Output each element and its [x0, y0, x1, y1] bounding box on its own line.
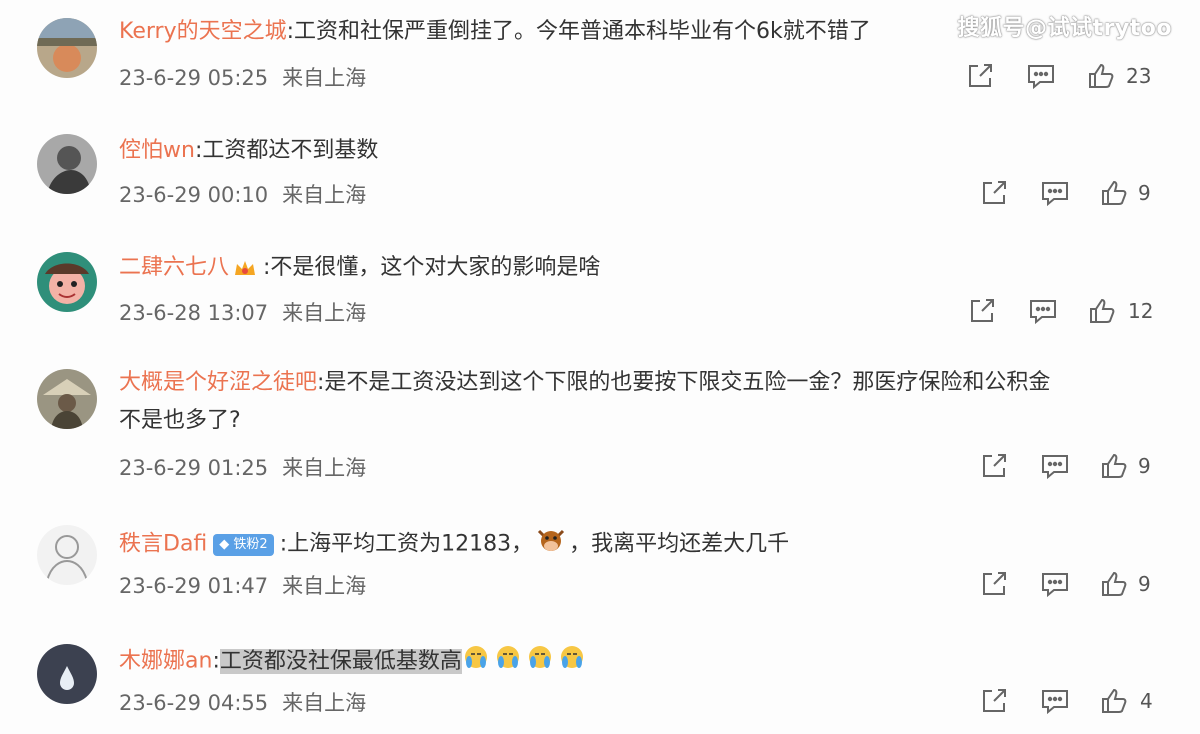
comment-body: :工资和社保严重倒挂了。今年普通本科毕业有个6k就不错了 — [286, 19, 871, 44]
comment-meta: 23-6-28 13:07 来自上海 — [119, 297, 366, 327]
highlighted-text: 工资都没社保最低基数高 — [219, 648, 462, 674]
comment-body: :上海平均工资为12183， — [279, 531, 534, 557]
comment-text: 二肆六七八 :不是很懂，这个对大家的影响是啥 — [119, 253, 600, 283]
comment-icon[interactable] — [1040, 570, 1068, 598]
share-icon[interactable] — [980, 570, 1008, 598]
avatar[interactable] — [37, 134, 97, 194]
avatar[interactable] — [37, 18, 97, 78]
comment-icon[interactable] — [1040, 452, 1068, 480]
avatar[interactable] — [37, 369, 97, 429]
comment-icon[interactable] — [1026, 62, 1054, 90]
comment-body: : — [212, 648, 220, 674]
timestamp: 23-6-29 01:47 — [119, 574, 269, 598]
like-count: 9 — [1138, 572, 1151, 596]
crying-emoji-icon — [462, 644, 586, 679]
like-icon[interactable] — [1100, 570, 1128, 598]
like-count: 9 — [1138, 454, 1151, 478]
location: 来自上海 — [282, 301, 367, 325]
share-icon[interactable] — [966, 62, 994, 90]
comment-meta: 23-6-29 05:25 来自上海 — [119, 62, 366, 92]
comment-meta: 23-6-29 01:47 来自上海 — [119, 570, 366, 600]
comment-icon[interactable] — [1040, 179, 1068, 207]
fan-badge-label: 铁粉2 — [233, 536, 268, 552]
username-link[interactable]: 二肆六七八 — [119, 255, 229, 280]
comment-text: Kerry的天空之城:工资和社保严重倒挂了。今年普通本科毕业有个6k就不错了 — [119, 17, 871, 47]
crown-badge-icon — [233, 258, 257, 278]
share-icon[interactable] — [980, 687, 1008, 715]
location: 来自上海 — [282, 183, 367, 207]
comment-body: :不是很懂，这个对大家的影响是啥 — [263, 255, 601, 280]
username-link[interactable]: 大概是个好涩之徒吧 — [119, 370, 317, 395]
like-icon[interactable] — [1087, 62, 1115, 90]
location: 来自上海 — [282, 456, 367, 480]
like-count: 12 — [1128, 299, 1154, 323]
comment-body: :是不是工资没达到这个下限的也要按下限交五险一金？那医疗保险和公积金 — [317, 370, 1051, 395]
comment-text: 木娜娜an:工资都没社保最低基数高 — [119, 644, 586, 679]
avatar[interactable] — [37, 525, 97, 585]
username-link[interactable]: 倥怕wn — [119, 138, 195, 163]
like-count: 4 — [1140, 689, 1153, 713]
timestamp: 23-6-29 01:25 — [119, 456, 269, 480]
username-link[interactable]: 木娜娜an — [119, 649, 212, 674]
like-count: 23 — [1126, 64, 1152, 88]
comment-text: 秩言Dafi ◆ 铁粉2:上海平均工资为12183， ，我离平均还差大几千 — [119, 527, 789, 562]
share-icon[interactable] — [980, 179, 1008, 207]
comment-icon[interactable] — [1028, 297, 1056, 325]
share-icon[interactable] — [968, 297, 996, 325]
share-icon[interactable] — [980, 452, 1008, 480]
fan-badge: ◆ 铁粉2 — [213, 533, 274, 556]
comment-meta: 23-6-29 01:25 来自上海 — [119, 452, 366, 482]
like-icon[interactable] — [1100, 179, 1128, 207]
timestamp: 23-6-28 13:07 — [119, 301, 269, 325]
comment-body-after: ，我离平均还差大几千 — [569, 531, 790, 557]
avatar[interactable] — [37, 644, 97, 704]
diamond-icon: ◆ — [219, 536, 230, 552]
like-count: 9 — [1138, 181, 1151, 205]
like-icon[interactable] — [1100, 452, 1128, 480]
comment-body-continuation: 不是也多了? — [119, 408, 241, 433]
cow-emoji-icon — [537, 527, 565, 562]
comment-text: 大概是个好涩之徒吧:是不是工资没达到这个下限的也要按下限交五险一金？那医疗保险和… — [119, 368, 1050, 436]
comment-meta: 23-6-29 00:10 来自上海 — [119, 179, 366, 209]
watermark: 搜狐号@试试trytoo — [957, 16, 1172, 41]
location: 来自上海 — [282, 574, 367, 598]
comment-body: :工资都达不到基数 — [194, 138, 379, 163]
comment-text: 倥怕wn:工资都达不到基数 — [119, 136, 378, 166]
timestamp: 23-6-29 04:55 — [119, 691, 269, 715]
location: 来自上海 — [282, 691, 367, 715]
like-icon[interactable] — [1088, 297, 1116, 325]
timestamp: 23-6-29 00:10 — [119, 183, 269, 207]
comment-meta: 23-6-29 04:55 来自上海 — [119, 687, 366, 717]
avatar[interactable] — [37, 252, 97, 312]
location: 来自上海 — [282, 66, 367, 90]
comment-icon[interactable] — [1040, 687, 1068, 715]
timestamp: 23-6-29 05:25 — [119, 66, 269, 90]
username-link[interactable]: 秩言Dafi — [119, 532, 207, 557]
like-icon[interactable] — [1100, 687, 1128, 715]
username-link[interactable]: Kerry的天空之城 — [119, 19, 287, 44]
